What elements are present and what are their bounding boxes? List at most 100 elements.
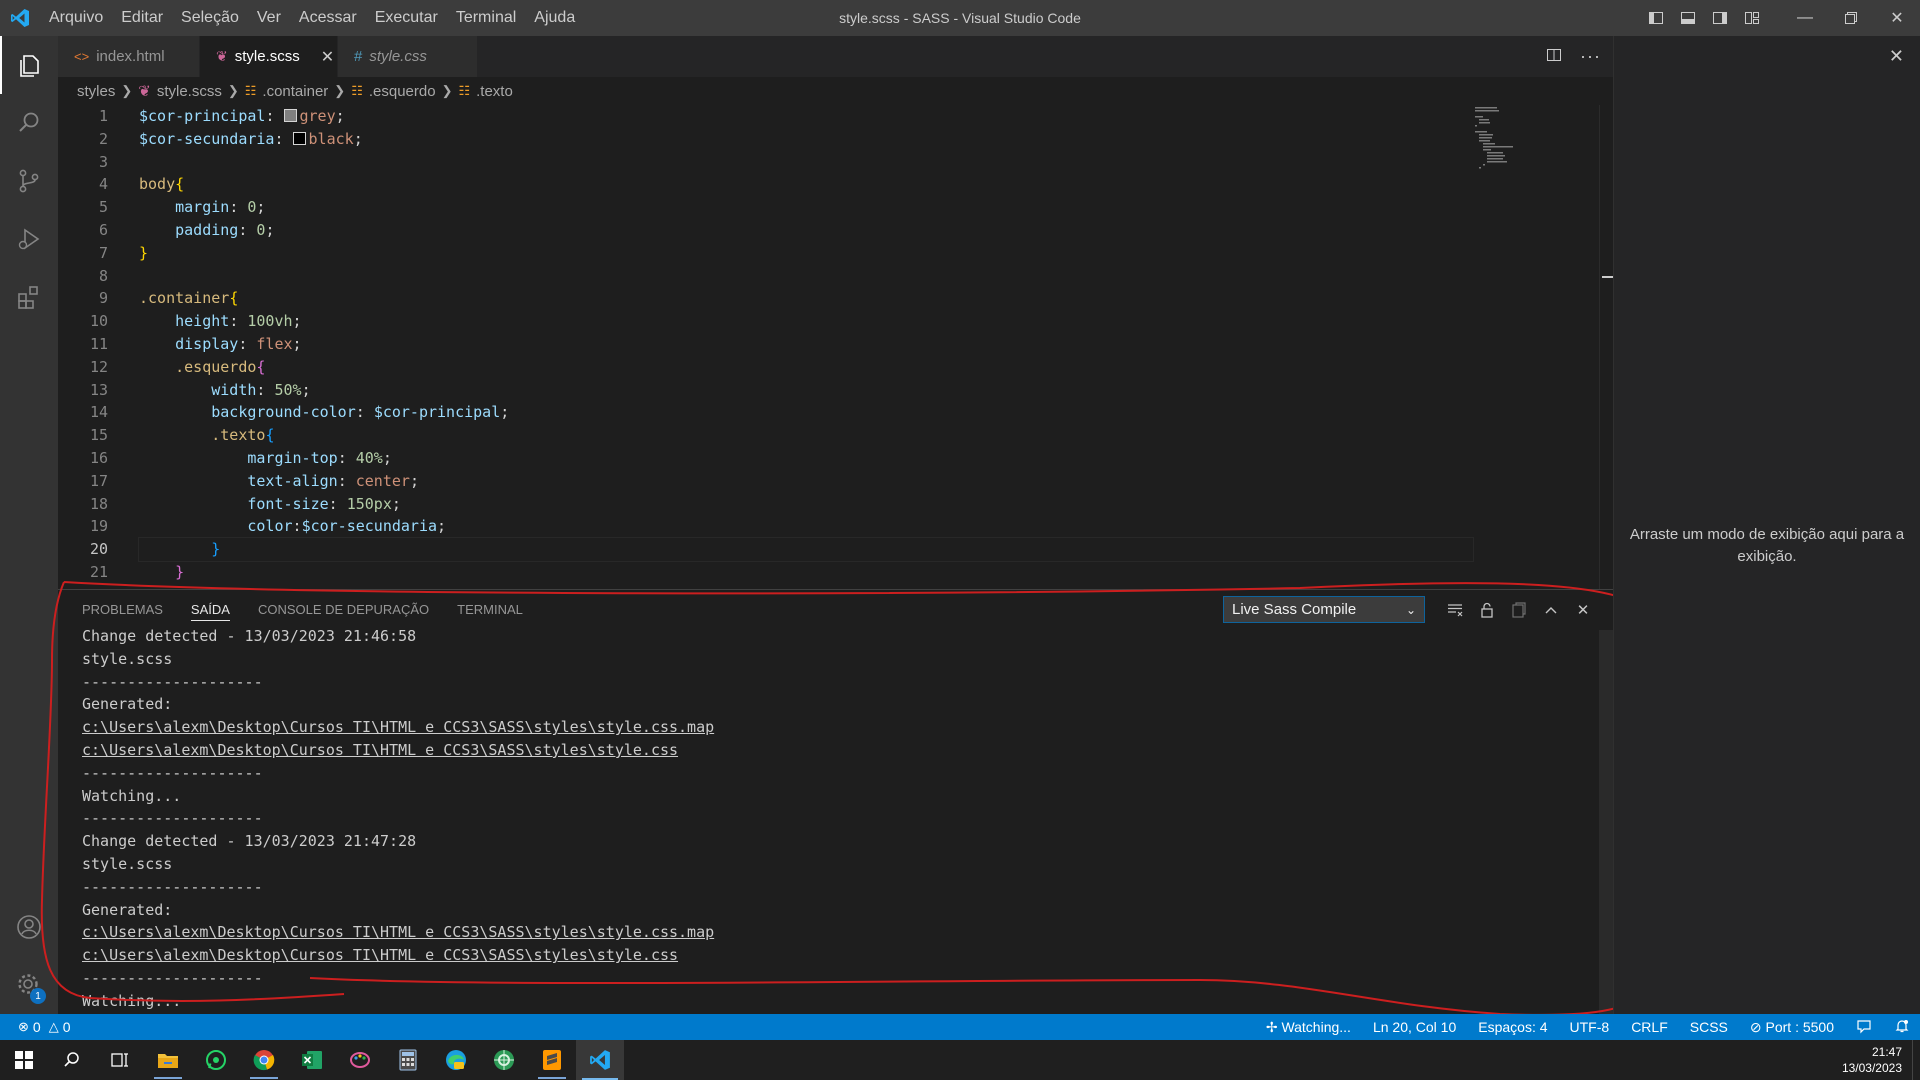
tab-style-scss[interactable]: ❦ style.scss ✕ bbox=[200, 36, 338, 77]
edge-canary-icon[interactable] bbox=[432, 1040, 480, 1080]
menu-arquivo[interactable]: Arquivo bbox=[40, 0, 112, 36]
breadcrumb-file[interactable]: style.scss bbox=[157, 83, 222, 100]
breadcrumb-symbol[interactable]: .esquerdo bbox=[369, 83, 436, 100]
live-server-port[interactable]: ⊘ Port : 5500 bbox=[1750, 1019, 1834, 1036]
windows-start-icon[interactable] bbox=[0, 1040, 48, 1080]
tab-style-css[interactable]: # style.css bbox=[338, 36, 478, 77]
menu-terminal[interactable]: Terminal bbox=[447, 0, 525, 36]
maximize-panel-icon[interactable] bbox=[1541, 600, 1561, 620]
chrome-icon[interactable] bbox=[240, 1040, 288, 1080]
system-clock[interactable]: 21:47 13/03/2023 bbox=[1842, 1044, 1902, 1076]
feedback-icon[interactable] bbox=[1856, 1018, 1872, 1037]
clear-output-icon[interactable] bbox=[1445, 600, 1465, 620]
vscode-taskbar-icon[interactable] bbox=[576, 1040, 624, 1080]
color-swatch-grey[interactable] bbox=[283, 109, 297, 122]
close-secondary-sidebar-icon[interactable]: ✕ bbox=[1889, 46, 1904, 67]
menu-editar[interactable]: Editar bbox=[112, 0, 172, 36]
search-icon[interactable] bbox=[0, 94, 58, 152]
code-editor[interactable]: 1 2 3 4 5 6 7 8 9 10 11 12 13 14 15 16 17 18 19 20 21 $cor-p… bbox=[58, 105, 1613, 589]
taskbar-search-icon[interactable] bbox=[48, 1040, 96, 1080]
lock-scroll-icon[interactable] bbox=[1477, 600, 1497, 620]
close-panel-icon[interactable]: ✕ bbox=[1573, 600, 1593, 620]
settings-badge: 1 bbox=[30, 988, 46, 1004]
code-line-current: } bbox=[138, 537, 1474, 562]
line-number: 10 bbox=[89, 312, 108, 331]
vscode-logo-icon[interactable] bbox=[0, 0, 40, 36]
code-line: body{ bbox=[139, 175, 185, 194]
end-of-line[interactable]: CRLF bbox=[1631, 1019, 1668, 1035]
live-sass-watching[interactable]: ✢ Watching... bbox=[1266, 1019, 1351, 1036]
menu-selecao[interactable]: Seleção bbox=[172, 0, 248, 36]
breadcrumb-symbol[interactable]: .container bbox=[262, 83, 328, 100]
title-bar: Arquivo Editar Seleção Ver Acessar Execu… bbox=[0, 0, 1920, 36]
encoding[interactable]: UTF-8 bbox=[1570, 1019, 1610, 1035]
file-explorer-icon[interactable] bbox=[144, 1040, 192, 1080]
output-file-link[interactable]: c:\Users\alexm\Desktop\Cursos TI\HTML e … bbox=[82, 739, 1593, 762]
tab-problemas[interactable]: PROBLEMAS bbox=[82, 590, 163, 630]
cursor-position[interactable]: Ln 20, Col 10 bbox=[1373, 1019, 1456, 1035]
minimize-icon[interactable]: — bbox=[1782, 0, 1828, 36]
notifications-bell-icon[interactable] bbox=[1894, 1018, 1910, 1037]
output-channel-select[interactable]: Live Sass Compile ⌄ bbox=[1223, 596, 1425, 623]
activity-bar-bottom: 1 bbox=[0, 898, 58, 1014]
task-view-icon[interactable] bbox=[96, 1040, 144, 1080]
minimap[interactable] bbox=[1473, 105, 1533, 185]
output-scrollbar[interactable] bbox=[1599, 630, 1613, 1015]
line-number: 13 bbox=[89, 380, 108, 399]
source-control-icon[interactable] bbox=[0, 152, 58, 210]
paint-icon[interactable] bbox=[336, 1040, 384, 1080]
tab-index-html[interactable]: <> index.html bbox=[58, 36, 200, 77]
editor-scrollbar[interactable] bbox=[1599, 105, 1613, 589]
tab-terminal[interactable]: TERMINAL bbox=[457, 590, 523, 630]
color-swatch-black[interactable] bbox=[292, 131, 306, 145]
close-tab-icon[interactable]: ✕ bbox=[321, 47, 334, 67]
output-file-link[interactable]: c:\Users\alexm\Desktop\Cursos TI\HTML e … bbox=[82, 921, 1593, 944]
open-in-editor-icon[interactable] bbox=[1509, 600, 1529, 620]
run-debug-icon[interactable] bbox=[0, 210, 58, 268]
show-desktop-button[interactable] bbox=[1912, 1040, 1920, 1080]
explorer-icon[interactable] bbox=[0, 36, 58, 94]
toggle-secondary-sidebar-icon[interactable] bbox=[1704, 0, 1736, 36]
indentation[interactable]: Espaços: 4 bbox=[1478, 1019, 1547, 1035]
output-line: Generated: bbox=[82, 695, 173, 714]
sublime-text-icon[interactable] bbox=[528, 1040, 576, 1080]
restore-icon[interactable] bbox=[1828, 0, 1874, 36]
breadcrumb-folder[interactable]: styles bbox=[77, 83, 115, 100]
output-line: -------------------- bbox=[82, 672, 263, 691]
extensions-icon[interactable] bbox=[0, 268, 58, 326]
menu-ajuda[interactable]: Ajuda bbox=[525, 0, 584, 36]
menu-ver[interactable]: Ver bbox=[248, 0, 290, 36]
whatsapp-icon[interactable] bbox=[192, 1040, 240, 1080]
output-file-link[interactable]: c:\Users\alexm\Desktop\Cursos TI\HTML e … bbox=[82, 944, 1593, 967]
menu-executar[interactable]: Executar bbox=[366, 0, 447, 36]
excel-icon[interactable] bbox=[288, 1040, 336, 1080]
editor-tabs: <> index.html ❦ style.scss ✕ # style.css… bbox=[58, 36, 1613, 77]
customize-layout-icon[interactable] bbox=[1736, 0, 1768, 36]
title-bar-controls: — ✕ bbox=[1640, 0, 1920, 36]
split-editor-icon[interactable] bbox=[1546, 47, 1562, 67]
breadcrumb-symbol[interactable]: .texto bbox=[476, 83, 513, 100]
tab-console-depuracao[interactable]: CONSOLE DE DEPURAÇÃO bbox=[258, 590, 429, 630]
manage-gear-icon[interactable]: 1 bbox=[0, 956, 58, 1014]
line-number: 5 bbox=[98, 198, 108, 217]
code-lines[interactable]: $cor-principal: grey; $cor-secundaria: b… bbox=[138, 105, 1474, 584]
output-file-link[interactable]: c:\Users\alexm\Desktop\Cursos TI\HTML e … bbox=[82, 716, 1593, 739]
more-actions-icon[interactable]: ··· bbox=[1580, 46, 1601, 67]
code-line: $cor-secundaria: black; bbox=[139, 129, 363, 148]
line-number: 11 bbox=[89, 334, 108, 353]
language-mode[interactable]: SCSS bbox=[1690, 1019, 1728, 1035]
app-green-icon[interactable] bbox=[480, 1040, 528, 1080]
toggle-panel-icon[interactable] bbox=[1672, 0, 1704, 36]
symbol-class-icon: ☷ bbox=[244, 83, 257, 98]
accounts-icon[interactable] bbox=[0, 898, 58, 956]
output-log[interactable]: Change detected - 13/03/2023 21:46:58 st… bbox=[82, 625, 1593, 1013]
toggle-primary-sidebar-icon[interactable] bbox=[1640, 0, 1672, 36]
problems-indicator[interactable]: ⊗ 0 △ 0 bbox=[0, 1019, 71, 1035]
output-line: -------------------- bbox=[82, 763, 263, 782]
calculator-icon[interactable] bbox=[384, 1040, 432, 1080]
close-window-icon[interactable]: ✕ bbox=[1874, 0, 1920, 36]
code-line: .container{ bbox=[139, 289, 239, 308]
tab-saida[interactable]: SAÍDA bbox=[190, 590, 230, 630]
menu-acessar[interactable]: Acessar bbox=[290, 0, 366, 36]
